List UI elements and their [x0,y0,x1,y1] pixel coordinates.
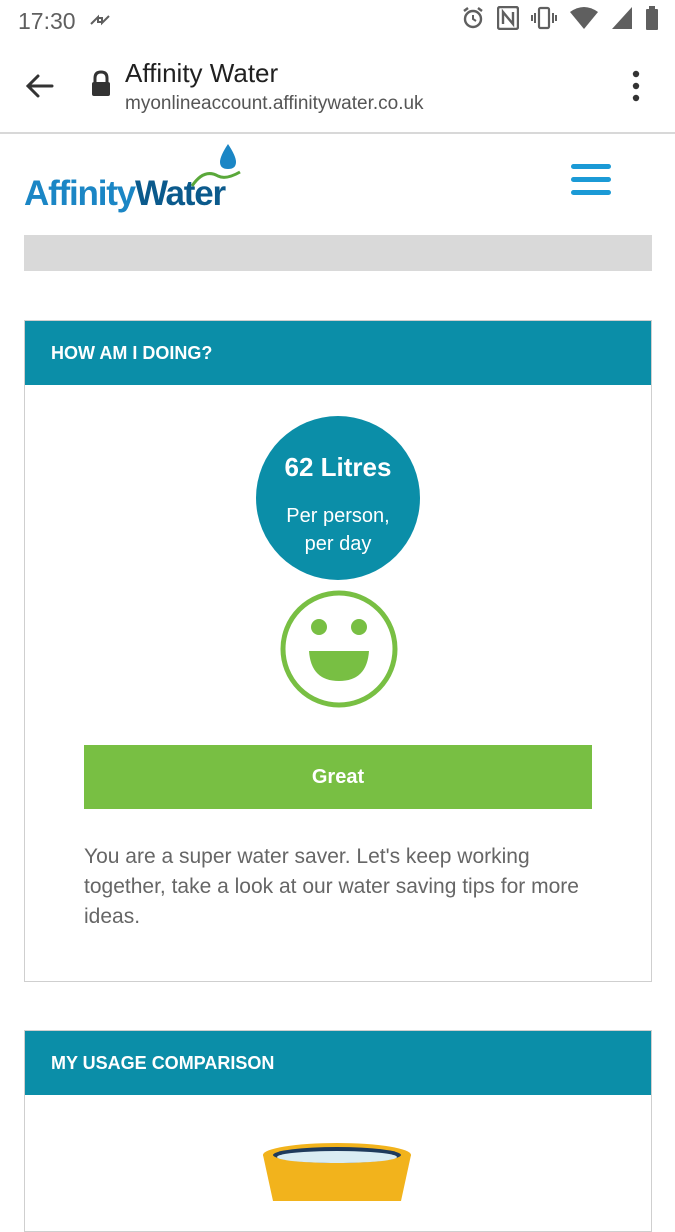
usage-circle: 62 Litres Per person, per day [256,416,420,580]
vibrate-icon [531,6,557,30]
logo-part-water: Water [134,174,226,213]
rating-badge: Great [84,745,592,809]
how-am-i-doing-card: HOW AM I DOING? 62 Litres Per person, pe… [24,320,652,982]
browser-url[interactable]: myonlineaccount.affinitywater.co.uk [125,93,424,115]
more-options-icon[interactable] [621,70,651,102]
browser-page-title: Affinity Water [125,58,279,88]
site-header: AffinityWater [0,134,675,234]
usage-unit-line2: per day [304,533,372,555]
menu-hamburger-icon[interactable] [571,164,613,202]
status-icons [461,6,659,30]
data-saver-icon [90,14,110,26]
card-header: MY USAGE COMPARISON [25,1031,651,1095]
browser-toolbar: Affinity Water myonlineaccount.affinityw… [0,42,675,134]
lock-icon [92,70,110,96]
rating-message: You are a super water saver. Let's keep … [84,845,579,928]
battery-icon [646,6,658,30]
nfc-icon [497,6,519,30]
card-header: HOW AM I DOING? [25,321,651,385]
logo-wordmark: AffinityWater [24,174,226,214]
wifi-icon [570,7,598,29]
placeholder-banner [24,235,652,271]
alarm-icon [463,7,483,29]
status-bar: 17:30 [0,0,675,42]
affinity-water-logo[interactable]: AffinityWater [24,144,244,224]
back-arrow-icon[interactable] [22,68,58,104]
smiley-face-icon [280,590,398,708]
usage-unit-line1: Per person, [286,505,390,527]
usage-value: 62 Litres [284,452,392,482]
usage-unit: Per person, per day [256,502,420,558]
logo-part-affinity: Affinity [24,174,136,213]
usage-comparison-card: MY USAGE COMPARISON [24,1030,652,1232]
signal-icon [612,7,632,29]
bucket-icon [263,1143,411,1201]
status-time: 17:30 [18,8,76,34]
